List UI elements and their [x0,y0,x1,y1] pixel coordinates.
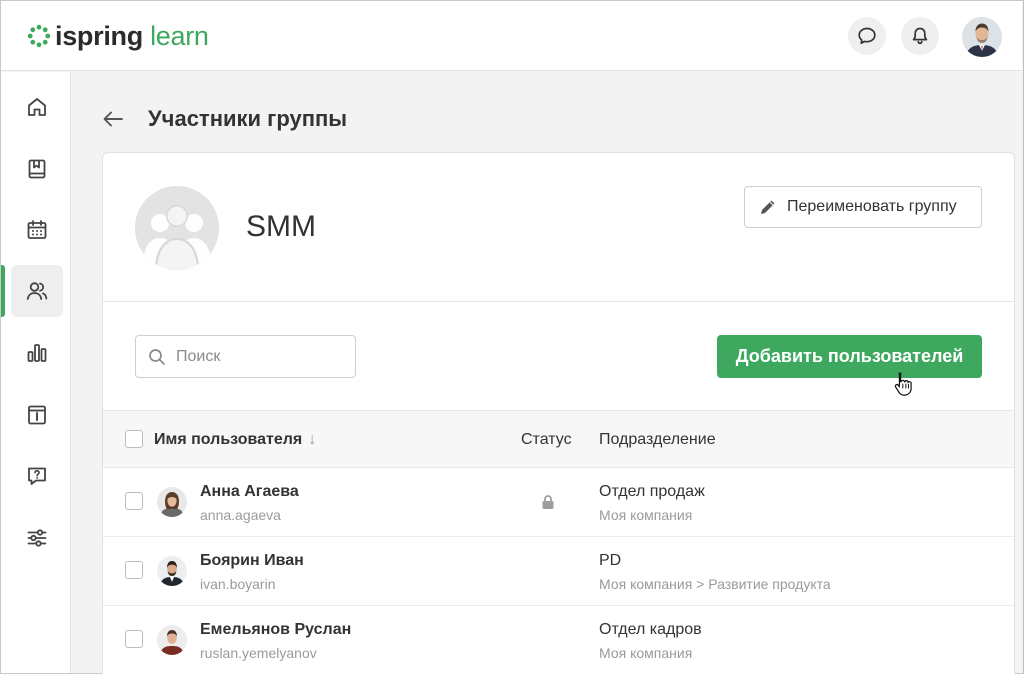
logo-text-ispring: ispring [55,21,143,51]
hand-cursor-icon [893,371,913,402]
sidebar-item-calendar[interactable] [11,204,63,256]
user-avatar[interactable] [962,17,1002,57]
user-photo [157,556,187,586]
avatar [157,625,187,655]
notifications-button[interactable] [901,17,939,55]
courses-icon [28,159,46,179]
section-divider [103,301,1014,302]
group-card: SMM Переименовать группу Добавить пользо… [102,152,1015,674]
row-checkbox[interactable] [125,492,143,510]
user-name[interactable]: Боярин Иван [200,551,304,571]
column-header-status: Статус [521,431,572,448]
search-input[interactable] [176,347,336,366]
avatar [157,556,187,586]
column-name-label: Имя пользователя [154,431,303,448]
sidebar-item-help[interactable] [11,450,63,502]
search-icon [149,348,165,365]
ispring-learn-logo[interactable]: ispring learn [27,21,209,51]
logo-sun-icon [27,24,51,48]
rename-group-button[interactable]: Переименовать группу [744,186,982,228]
lock-icon [541,494,555,515]
user-login: anna.agaeva [200,507,281,523]
calendar-icon [27,220,47,239]
user-department: Отдел продаж [599,483,705,500]
help-icon [28,467,46,485]
user-department-path: Моя компания [599,507,693,523]
user-department: PD [599,552,622,569]
row-checkbox[interactable] [125,561,143,579]
user-login: ivan.boyarin [200,576,276,592]
user-photo [962,17,1002,57]
arrow-left-icon [103,111,123,127]
table-header: Имя пользователя ↓ Статус Подразделение [103,410,1014,468]
group-name: SMM [246,210,316,243]
sidebar-item-info[interactable] [11,389,63,441]
user-login: ruslan.yemelyanov [200,645,317,661]
home-icon [28,98,46,116]
reports-icon [27,344,47,362]
sort-down-icon[interactable]: ↓ [308,431,316,448]
chat-button[interactable] [848,17,886,55]
chat-icon [858,27,876,45]
sidebar-active-indicator [1,265,5,317]
users-icon [26,282,48,300]
select-all-checkbox[interactable] [125,430,143,448]
user-department: Отдел кадров [599,621,702,638]
sidebar-item-reports[interactable] [11,327,63,379]
search-field[interactable] [135,335,356,378]
sidebar-item-courses[interactable] [11,143,63,195]
user-photo [157,487,187,517]
pencil-icon [759,198,777,216]
add-users-button[interactable]: Добавить пользователей [717,335,982,378]
group-avatar [135,186,219,270]
rename-group-label: Переименовать группу [787,198,957,215]
user-name[interactable]: Емельянов Руслан [200,620,351,640]
sidebar [1,72,71,673]
table-row[interactable]: Анна Агаева anna.agaeva Отдел продаж Моя… [103,468,1014,537]
sidebar-item-users[interactable] [11,265,63,317]
user-name[interactable]: Анна Агаева [200,482,299,502]
group-people-icon [135,186,219,270]
sidebar-item-home[interactable] [11,81,63,133]
user-photo [157,625,187,655]
user-department-path: Моя компания > Развитие продукта [599,576,831,592]
bell-icon [912,27,928,45]
info-icon [28,405,46,425]
logo-text-learn: learn [150,21,209,51]
column-header-department: Подразделение [599,431,716,448]
column-header-name[interactable]: Имя пользователя ↓ [154,430,316,450]
top-header: ispring learn [1,1,1022,71]
back-button[interactable] [100,107,126,131]
user-department-path: Моя компания [599,645,693,661]
settings-sliders-icon [27,529,47,547]
sidebar-item-settings[interactable] [11,512,63,564]
row-checkbox[interactable] [125,630,143,648]
page-title: Участники группы [148,106,348,131]
table-row[interactable]: Емельянов Руслан ruslan.yemelyanov Отдел… [103,606,1014,674]
table-row[interactable]: Боярин Иван ivan.boyarin PD Моя компания… [103,537,1014,606]
avatar [157,487,187,517]
